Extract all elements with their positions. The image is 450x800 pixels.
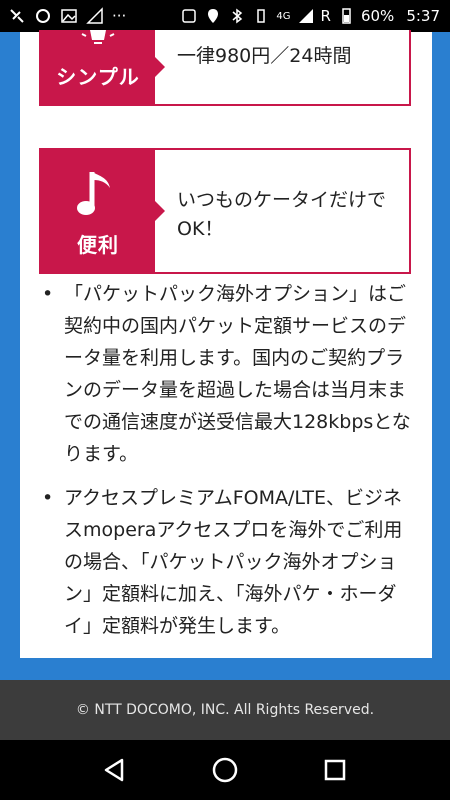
content-panel: シンプル 一律980円／24時間 便利 いつものケータイだけでOK！ • 「パケ… bbox=[20, 30, 432, 658]
feature-badge: シンプル bbox=[41, 30, 155, 104]
music-note-icon bbox=[77, 172, 110, 215]
roaming-indicator: R bbox=[320, 7, 331, 25]
recents-icon bbox=[324, 759, 346, 781]
feature-description: いつものケータイだけでOK！ bbox=[177, 189, 387, 240]
copyright-text: © NTT DOCOMO, INC. All Rights Reserved. bbox=[75, 702, 375, 718]
bullet: • bbox=[42, 487, 54, 509]
more-icon: ··· bbox=[112, 7, 127, 25]
status-left-icons: ··· bbox=[0, 7, 126, 25]
feature-card-simple: シンプル 一律980円／24時間 bbox=[39, 30, 411, 106]
clock: 5:37 bbox=[406, 7, 440, 25]
back-icon bbox=[104, 758, 124, 782]
feature-badge: 便利 bbox=[41, 150, 155, 272]
list-item: • アクセスプレミアムFOMA/LTE、ビジネスmoperaアクセスプロを海外で… bbox=[40, 482, 414, 642]
feature-arrow bbox=[153, 55, 165, 79]
feature-card-convenient: 便利 いつものケータイだけでOK！ bbox=[39, 148, 411, 274]
status-bar: ··· 4G R 60% 5:37 bbox=[0, 0, 450, 32]
lightbulb-icon bbox=[81, 30, 115, 44]
bluetooth-icon bbox=[232, 8, 243, 24]
home-icon bbox=[212, 757, 238, 783]
location-icon bbox=[208, 9, 219, 23]
battery-percent: 60% bbox=[360, 7, 395, 25]
android-nav-bar bbox=[0, 740, 450, 800]
no-signal-icon bbox=[86, 7, 103, 24]
satellite-icon bbox=[10, 9, 24, 23]
nfc-icon bbox=[182, 9, 197, 23]
bullet: • bbox=[42, 283, 54, 305]
back-button[interactable] bbox=[95, 750, 135, 790]
status-right: 4G R 60% 5:37 bbox=[180, 7, 450, 25]
home-button[interactable] bbox=[205, 750, 245, 790]
network-type: 4G bbox=[276, 10, 291, 22]
recents-button[interactable] bbox=[315, 750, 355, 790]
notification-icon bbox=[36, 9, 50, 23]
battery-icon bbox=[342, 8, 351, 24]
note-text: 「パケットパック海外オプション」はご契約中の国内パケット定額サービスのデータ量を… bbox=[64, 283, 411, 465]
feature-description: 一律980円／24時間 bbox=[177, 45, 352, 67]
feature-badge-label: 便利 bbox=[77, 233, 119, 257]
feature-badge-label: シンプル bbox=[56, 65, 140, 89]
list-item: • 「パケットパック海外オプション」はご契約中の国内パケット定額サービスのデータ… bbox=[40, 278, 414, 470]
image-icon bbox=[61, 9, 77, 23]
signal-icon bbox=[298, 9, 313, 23]
notes-list: • 「パケットパック海外オプション」はご契約中の国内パケット定額サービスのデータ… bbox=[40, 278, 414, 654]
vibrate-icon bbox=[257, 9, 266, 23]
note-text: アクセスプレミアムFOMA/LTE、ビジネスmoperaアクセスプロを海外でご利… bbox=[64, 487, 403, 637]
page-footer: © NTT DOCOMO, INC. All Rights Reserved. bbox=[0, 680, 450, 740]
feature-arrow bbox=[153, 199, 165, 223]
